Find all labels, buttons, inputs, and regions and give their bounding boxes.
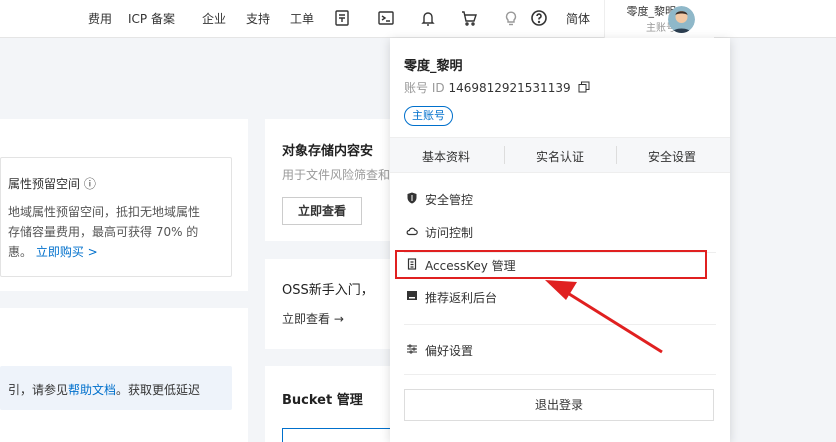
content-security-title: 对象存储内容安: [282, 144, 374, 159]
reserve-space-desc1: 地域属性预留空间，抵扣无地域属性: [8, 205, 201, 219]
top-navbar: 费用 ICP 备案 企业 支持 工单 简体 零度_黎明 主账号: [0, 0, 836, 38]
bucket-create-button[interactable]: [282, 428, 392, 442]
tab-divider: [504, 146, 505, 164]
reserve-space-desc3: 惠。 立即购买 >: [8, 245, 98, 259]
menu-security-control[interactable]: 安全管控: [390, 183, 730, 215]
avatar[interactable]: [668, 6, 695, 33]
reserve-space-desc2: 存储容量费用，最高可获得 70% 的: [8, 225, 199, 239]
lang-switch[interactable]: 简体: [566, 10, 590, 27]
oss-intro-card: [265, 259, 395, 349]
nav-support[interactable]: 支持: [246, 10, 270, 27]
help-notice-text: 引，请参见帮助文档。获取更低延迟: [8, 383, 201, 397]
nav-icp[interactable]: ICP 备案: [128, 10, 175, 27]
cart-icon[interactable]: [460, 9, 478, 27]
menu-referral-rebate[interactable]: 推荐返利后台: [390, 281, 730, 313]
menu-access-control[interactable]: 访问控制: [390, 216, 730, 248]
lightbulb-icon[interactable]: [502, 9, 520, 27]
terminal-icon[interactable]: [377, 9, 395, 27]
help-icon[interactable]: [530, 9, 548, 27]
sliders-icon: [406, 343, 418, 355]
menu-divider: [404, 324, 716, 325]
cloud-icon: [406, 225, 418, 237]
tab-security-settings[interactable]: 安全设置: [648, 148, 696, 165]
bell-icon[interactable]: [419, 9, 437, 27]
copy-icon[interactable]: [578, 81, 590, 96]
buy-now-link[interactable]: 立即购买 >: [36, 245, 98, 259]
shield-icon: [406, 192, 418, 204]
account-id: 账号 ID 1469812921531139: [404, 79, 590, 96]
account-id-value: 1469812921531139: [448, 81, 571, 95]
menu-divider: [404, 374, 716, 375]
accesskey-highlight-box: [395, 250, 707, 279]
help-doc-link[interactable]: 帮助文档: [68, 383, 116, 397]
monitor-icon: [406, 290, 418, 302]
tab-basic-info[interactable]: 基本资料: [422, 148, 470, 165]
tab-real-name[interactable]: 实名认证: [536, 148, 584, 165]
logout-button[interactable]: 退出登录: [404, 389, 714, 421]
reserve-space-title: 属性预留空间 ⓘ: [8, 177, 96, 191]
menu-preferences[interactable]: 偏好设置: [390, 334, 730, 366]
content-security-desc: 用于文件风险筛查和: [282, 168, 391, 182]
tab-divider: [616, 146, 617, 164]
primary-account-badge: 主账号: [404, 106, 453, 126]
nav-enterprise[interactable]: 企业: [202, 10, 226, 27]
bucket-title: Bucket 管理: [282, 393, 363, 408]
dropdown-user-name: 零度_黎明: [404, 59, 463, 74]
nav-billing[interactable]: 费用: [88, 10, 112, 27]
nav-ticket[interactable]: 工单: [290, 10, 314, 27]
oss-intro-link[interactable]: 立即查看 →: [282, 310, 344, 327]
account-id-label: 账号 ID: [404, 81, 445, 95]
account-tabs: 基本资料 实名认证 安全设置: [390, 137, 730, 173]
view-now-button[interactable]: 立即查看: [282, 197, 362, 225]
app-icon[interactable]: [333, 9, 351, 27]
oss-intro-title: OSS新手入门，: [282, 283, 374, 298]
user-dropdown: 零度_黎明 账号 ID 1469812921531139 主账号 基本资料 实名…: [390, 38, 730, 442]
